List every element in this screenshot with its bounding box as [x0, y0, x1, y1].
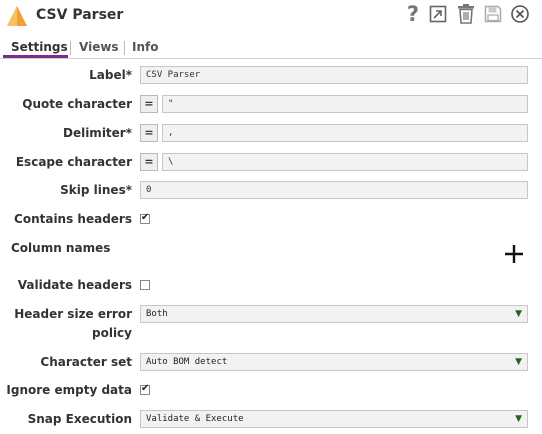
quote-character-label: Quote character [22, 97, 132, 111]
delimiter-input[interactable]: , [162, 124, 528, 142]
tab-divider [70, 41, 71, 55]
escape-character-label: Escape character [15, 155, 132, 169]
snap-execution-select[interactable]: Validate & Execute ▼ [140, 410, 528, 428]
close-icon[interactable] [510, 4, 530, 24]
trash-icon[interactable] [456, 4, 476, 24]
select-value: Validate & Execute [146, 414, 244, 424]
contains-headers-checkbox[interactable]: ✔ [140, 212, 150, 224]
validate-headers-label: Validate headers [17, 278, 132, 292]
expand-icon[interactable] [428, 4, 448, 24]
snap-execution-label: Snap Execution [27, 412, 132, 426]
dropdown-caret-icon: ▼ [515, 309, 522, 319]
character-set-select[interactable]: Auto BOM detect ▼ [140, 353, 528, 371]
header-size-error-label-line1: Header size error [14, 307, 132, 321]
select-value: Both [146, 309, 168, 319]
help-icon[interactable]: ? [403, 2, 423, 26]
character-set-label: Character set [40, 355, 132, 369]
quote-character-input[interactable]: " [162, 95, 528, 113]
add-column-icon[interactable] [502, 242, 526, 266]
validate-headers-checkbox[interactable] [140, 280, 150, 290]
label-input[interactable]: CSV Parser [140, 66, 528, 84]
select-value: Auto BOM detect [146, 357, 228, 367]
tab-divider-line [0, 58, 542, 59]
skip-lines-label: Skip lines* [60, 183, 132, 197]
tab-views[interactable]: Views [79, 40, 119, 54]
tab-settings[interactable]: Settings [11, 40, 68, 54]
checkmark-icon: ✔ [141, 212, 150, 223]
snap-logo-icon [7, 6, 27, 26]
label-field-label: Label* [89, 68, 132, 82]
delimiter-label: Delimiter* [62, 126, 132, 140]
skip-lines-input[interactable]: 0 [140, 181, 528, 199]
ignore-empty-data-label: Ignore empty data [6, 383, 132, 397]
dropdown-caret-icon: ▼ [515, 357, 522, 367]
expression-toggle-button[interactable]: = [140, 153, 158, 171]
ignore-empty-data-checkbox[interactable]: ✔ [140, 383, 150, 395]
expression-toggle-button[interactable]: = [140, 124, 158, 142]
expression-toggle-button[interactable]: = [140, 95, 158, 113]
checkmark-icon: ✔ [141, 383, 150, 394]
escape-character-input[interactable]: \ [162, 153, 528, 171]
column-names-label: Column names [11, 241, 111, 255]
dropdown-caret-icon: ▼ [515, 414, 522, 424]
tab-info[interactable]: Info [132, 40, 158, 54]
header-size-error-label-line2: policy [92, 326, 132, 340]
dialog-title: CSV Parser [36, 7, 124, 23]
header-size-error-policy-select[interactable]: Both ▼ [140, 305, 528, 323]
tab-divider [124, 41, 125, 55]
contains-headers-label: Contains headers [14, 212, 132, 226]
tab-bar: Settings Views Info [0, 38, 542, 60]
save-icon[interactable] [483, 4, 503, 24]
